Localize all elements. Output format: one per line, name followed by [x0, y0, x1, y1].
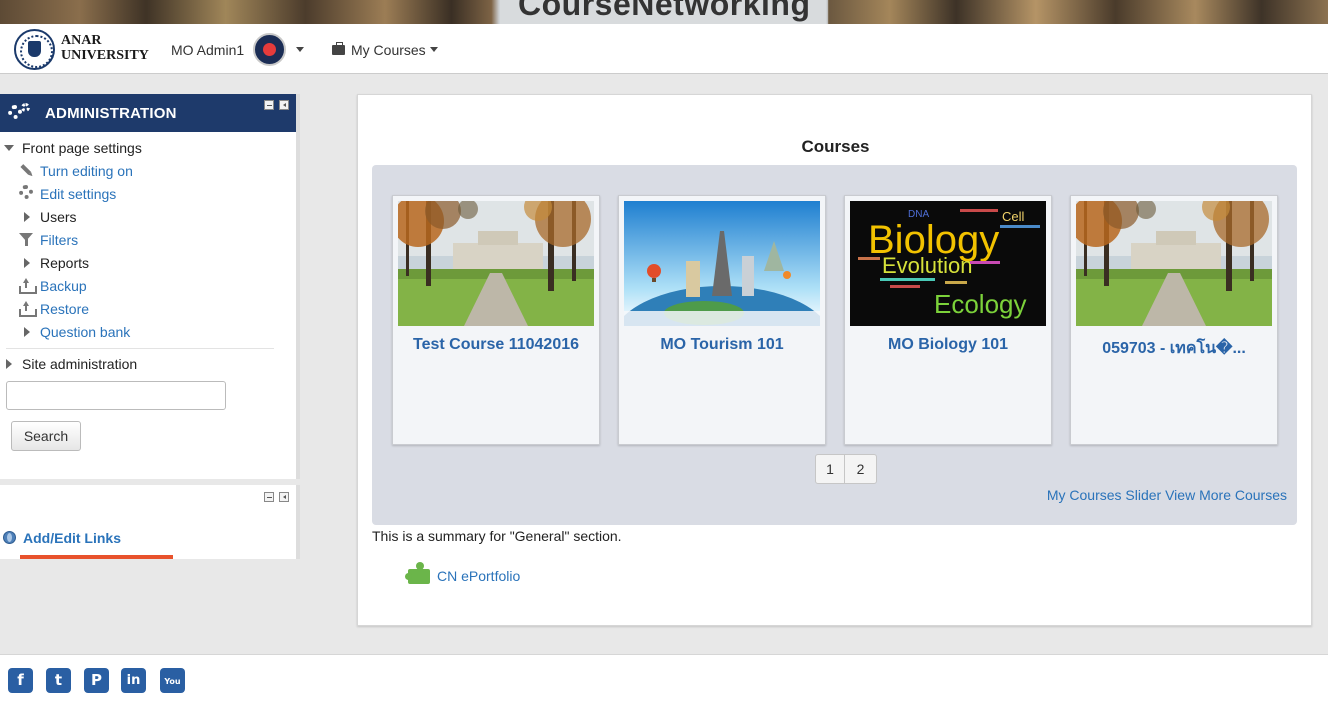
- links-block: Add/Edit Links: [0, 485, 300, 559]
- expand-arrow-icon: [24, 212, 30, 222]
- course-card[interactable]: Test Course 11042016: [392, 195, 600, 445]
- pagination-page-1[interactable]: 1: [815, 454, 845, 484]
- user-avatar[interactable]: [253, 33, 286, 66]
- tree-turn-editing-on[interactable]: Turn editing on: [18, 161, 133, 181]
- campus-photo[interactable]: [398, 201, 594, 326]
- briefcase-icon: [332, 42, 345, 55]
- banner-title: CourseNetworking: [518, 0, 811, 22]
- course-title[interactable]: 059703 - เทคโน�...: [1071, 336, 1277, 361]
- logo-line-1: ANAR: [61, 33, 102, 48]
- expand-arrow-icon: [24, 327, 30, 337]
- dock-block-icon[interactable]: [279, 100, 289, 110]
- courses-heading: Courses: [801, 137, 870, 156]
- question-bank-link[interactable]: Question bank: [40, 324, 130, 340]
- reports-label: Reports: [40, 255, 90, 271]
- course-card[interactable]: Biology Evolution Ecology Cell DNA MO Bi…: [844, 195, 1052, 445]
- word-cell: Cell: [1002, 209, 1025, 224]
- pencil-icon: [17, 160, 38, 181]
- tree-edit-settings[interactable]: Edit settings: [18, 184, 116, 204]
- backup-icon: [19, 278, 37, 294]
- admin-search-input[interactable]: [6, 381, 226, 410]
- pinterest-icon[interactable]: P: [84, 668, 109, 693]
- twitter-icon[interactable]: t: [46, 668, 71, 693]
- cn-eportfolio-link[interactable]: CN ePortfolio: [437, 568, 520, 584]
- users-label: Users: [40, 209, 77, 225]
- minimize-block-icon[interactable]: [264, 492, 274, 502]
- course-title[interactable]: MO Tourism 101: [619, 336, 825, 354]
- banner-title-box: CourseNetworking: [500, 0, 826, 24]
- main-content: Courses Test Course 11042016 MO Tourism …: [357, 94, 1312, 626]
- restore-icon: [19, 301, 37, 317]
- view-more-courses-link[interactable]: My Courses Slider View More Courses: [1047, 487, 1287, 503]
- my-courses-menu[interactable]: My Courses: [332, 42, 426, 58]
- filters-link[interactable]: Filters: [40, 232, 78, 248]
- gears-icon: [8, 103, 30, 123]
- admin-search-button[interactable]: Search: [11, 421, 81, 451]
- minimize-block-icon[interactable]: [264, 100, 274, 110]
- gear-icon: [19, 185, 33, 199]
- edit-settings-link[interactable]: Edit settings: [40, 186, 116, 202]
- course-title[interactable]: MO Biology 101: [845, 336, 1051, 354]
- backup-link[interactable]: Backup: [40, 278, 87, 294]
- section-summary: This is a summary for "General" section.: [372, 528, 622, 544]
- front-page-settings-label: Front page settings: [22, 140, 142, 156]
- tree-site-administration[interactable]: Site administration: [0, 354, 137, 374]
- user-menu-caret-icon[interactable]: [296, 47, 304, 52]
- filter-icon: [19, 232, 34, 247]
- footer: f t P in You: [0, 654, 1328, 707]
- word-ecology: Ecology: [934, 289, 1027, 319]
- campus-photo[interactable]: [1076, 201, 1272, 326]
- courses-slider: Test Course 11042016 MO Tourism 101 Biol…: [372, 165, 1297, 525]
- course-title[interactable]: Test Course 11042016: [393, 336, 599, 354]
- tree-filters[interactable]: Filters: [18, 230, 78, 250]
- my-courses-label: My Courses: [351, 42, 426, 58]
- world-landmarks-photo[interactable]: [624, 201, 820, 326]
- university-logo-text[interactable]: ANAR UNIVERSITY: [61, 33, 149, 63]
- header-banner: CourseNetworking: [0, 0, 1328, 24]
- tree-backup[interactable]: Backup: [18, 276, 87, 296]
- biology-word-cloud[interactable]: Biology Evolution Ecology Cell DNA: [850, 201, 1046, 326]
- word-dna: DNA: [908, 209, 929, 220]
- dock-block-icon[interactable]: [279, 492, 289, 502]
- puzzle-piece-icon[interactable]: [405, 562, 430, 584]
- linkedin-icon[interactable]: in: [121, 668, 146, 693]
- my-courses-caret-icon[interactable]: [430, 47, 438, 52]
- pagination-page-2[interactable]: 2: [844, 454, 877, 484]
- administration-block: ADMINISTRATION Front page settings Turn …: [0, 94, 300, 479]
- site-administration-label: Site administration: [22, 356, 138, 372]
- administration-title: ADMINISTRATION: [45, 105, 177, 122]
- tree-users[interactable]: Users: [18, 207, 77, 227]
- tree-reports[interactable]: Reports: [18, 253, 89, 273]
- tree-question-bank[interactable]: Question bank: [18, 322, 130, 342]
- add-edit-links-link[interactable]: Add/Edit Links: [23, 530, 121, 546]
- course-card[interactable]: MO Tourism 101: [618, 195, 826, 445]
- turn-editing-on-link[interactable]: Turn editing on: [40, 163, 133, 179]
- collapse-arrow-icon: [4, 145, 14, 151]
- globe-icon: [3, 531, 16, 544]
- administration-header: ADMINISTRATION: [0, 94, 296, 132]
- top-navbar: ANAR UNIVERSITY MO Admin1 My Courses: [0, 24, 1328, 74]
- word-evolution: Evolution: [882, 253, 973, 278]
- university-logo-icon[interactable]: [14, 29, 55, 70]
- accent-bar: [20, 555, 173, 559]
- restore-link[interactable]: Restore: [40, 301, 89, 317]
- tree-front-page-settings[interactable]: Front page settings: [0, 138, 142, 158]
- tree-divider: [6, 348, 274, 349]
- expand-arrow-icon: [24, 258, 30, 268]
- youtube-icon[interactable]: You: [160, 668, 185, 693]
- logo-line-2: UNIVERSITY: [61, 48, 149, 63]
- expand-arrow-icon: [6, 359, 12, 369]
- tree-restore[interactable]: Restore: [18, 299, 89, 319]
- course-card[interactable]: 059703 - เทคโน�...: [1070, 195, 1278, 445]
- user-menu-name[interactable]: MO Admin1: [171, 42, 244, 58]
- facebook-icon[interactable]: f: [8, 668, 33, 693]
